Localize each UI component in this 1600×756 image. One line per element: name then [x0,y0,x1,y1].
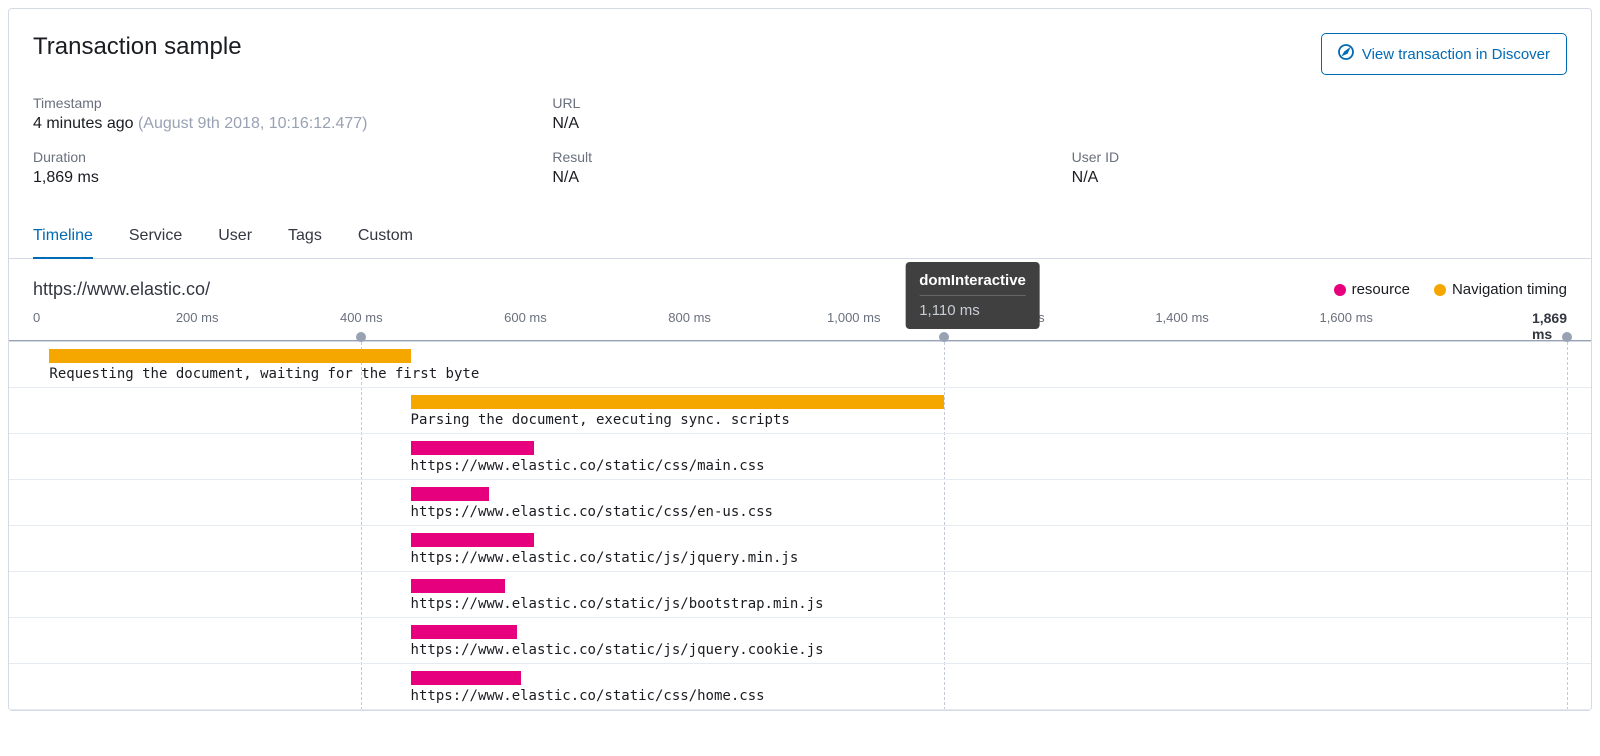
meta-label-userid: User ID [1072,149,1567,165]
meta-label-url: URL [552,95,1047,111]
legend-resource: resource [1352,281,1410,298]
legend-dot-navigation-icon [1434,284,1446,296]
tooltip-value: 1,110 ms [919,302,1026,319]
span-bar[interactable] [411,533,534,547]
span-label: Requesting the document, waiting for the… [49,366,479,382]
axis-tick: 1,000 ms [827,310,880,325]
span-bar[interactable] [411,625,518,639]
meta-value-result: N/A [552,169,1047,187]
meta-label-result: Result [552,149,1047,165]
marker-tooltip: domInteractive 1,110 ms [905,262,1040,329]
meta-value-duration: 1,869 ms [33,169,528,187]
span-bar[interactable] [49,349,410,363]
waterfall-row[interactable]: https://www.elastic.co/static/css/main.c… [9,434,1591,480]
waterfall-row[interactable]: https://www.elastic.co/static/css/en-us.… [9,480,1591,526]
tab-custom[interactable]: Custom [358,215,413,258]
axis-tick: 800 ms [668,310,711,325]
axis-tick: 400 ms [340,310,383,325]
span-label: https://www.elastic.co/static/js/jquery.… [411,642,824,658]
axis-tick: 1,600 ms [1319,310,1372,325]
span-label: Parsing the document, executing sync. sc… [411,412,790,428]
tab-service[interactable]: Service [129,215,182,258]
waterfall-row[interactable]: https://www.elastic.co/static/js/bootstr… [9,572,1591,618]
legend-navigation: Navigation timing [1452,281,1567,298]
waterfall-row[interactable]: Requesting the document, waiting for the… [9,342,1591,388]
axis-tick: 200 ms [176,310,219,325]
tooltip-title: domInteractive [919,272,1026,296]
waterfall-row[interactable]: Parsing the document, executing sync. sc… [9,388,1591,434]
span-bar[interactable] [411,487,489,501]
meta-value-timestamp: 4 minutes ago [33,115,134,132]
legend-dot-resource-icon [1334,284,1346,296]
tab-user[interactable]: User [218,215,252,258]
transaction-sample-panel: Transaction sample View transaction in D… [8,8,1592,711]
span-bar[interactable] [411,441,534,455]
tab-timeline[interactable]: Timeline [33,215,93,259]
span-label: https://www.elastic.co/static/js/bootstr… [411,596,824,612]
meta-value-url: N/A [552,115,1047,133]
meta-value-userid: N/A [1072,169,1567,187]
span-label: https://www.elastic.co/static/css/home.c… [411,688,765,704]
view-in-discover-button[interactable]: View transaction in Discover [1321,33,1567,75]
meta-label-timestamp: Timestamp [33,95,528,111]
axis-end-label: 1,869 ms [1532,310,1567,342]
waterfall-row[interactable]: https://www.elastic.co/static/js/jquery.… [9,526,1591,572]
timeline-axis: 0200 ms400 ms600 ms800 ms1,000 ms1,200 m… [33,310,1567,330]
tab-tags[interactable]: Tags [288,215,322,258]
meta-grid: Timestamp 4 minutes ago (August 9th 2018… [33,95,1567,203]
span-label: https://www.elastic.co/static/js/jquery.… [411,550,799,566]
span-bar[interactable] [411,579,505,593]
waterfall-rows: Requesting the document, waiting for the… [9,342,1591,710]
page-title: Transaction sample [33,33,242,61]
timeline-legend: resource Navigation timing [1334,281,1567,298]
discover-button-label: View transaction in Discover [1362,46,1550,63]
tabs: Timeline Service User Tags Custom [9,215,1591,259]
meta-label-duration: Duration [33,149,528,165]
axis-tick: 0 [33,310,40,325]
axis-tick: 1,400 ms [1155,310,1208,325]
waterfall-row[interactable]: https://www.elastic.co/static/css/home.c… [9,664,1591,710]
timeline-title: https://www.elastic.co/ [33,279,210,300]
axis-tick: 600 ms [504,310,547,325]
span-label: https://www.elastic.co/static/css/en-us.… [411,504,773,520]
compass-icon [1338,44,1354,64]
span-label: https://www.elastic.co/static/css/main.c… [411,458,765,474]
waterfall-row[interactable]: https://www.elastic.co/static/js/jquery.… [9,618,1591,664]
meta-value-timestamp-detail: (August 9th 2018, 10:16:12.477) [138,115,368,132]
span-bar[interactable] [411,395,944,409]
span-bar[interactable] [411,671,522,685]
